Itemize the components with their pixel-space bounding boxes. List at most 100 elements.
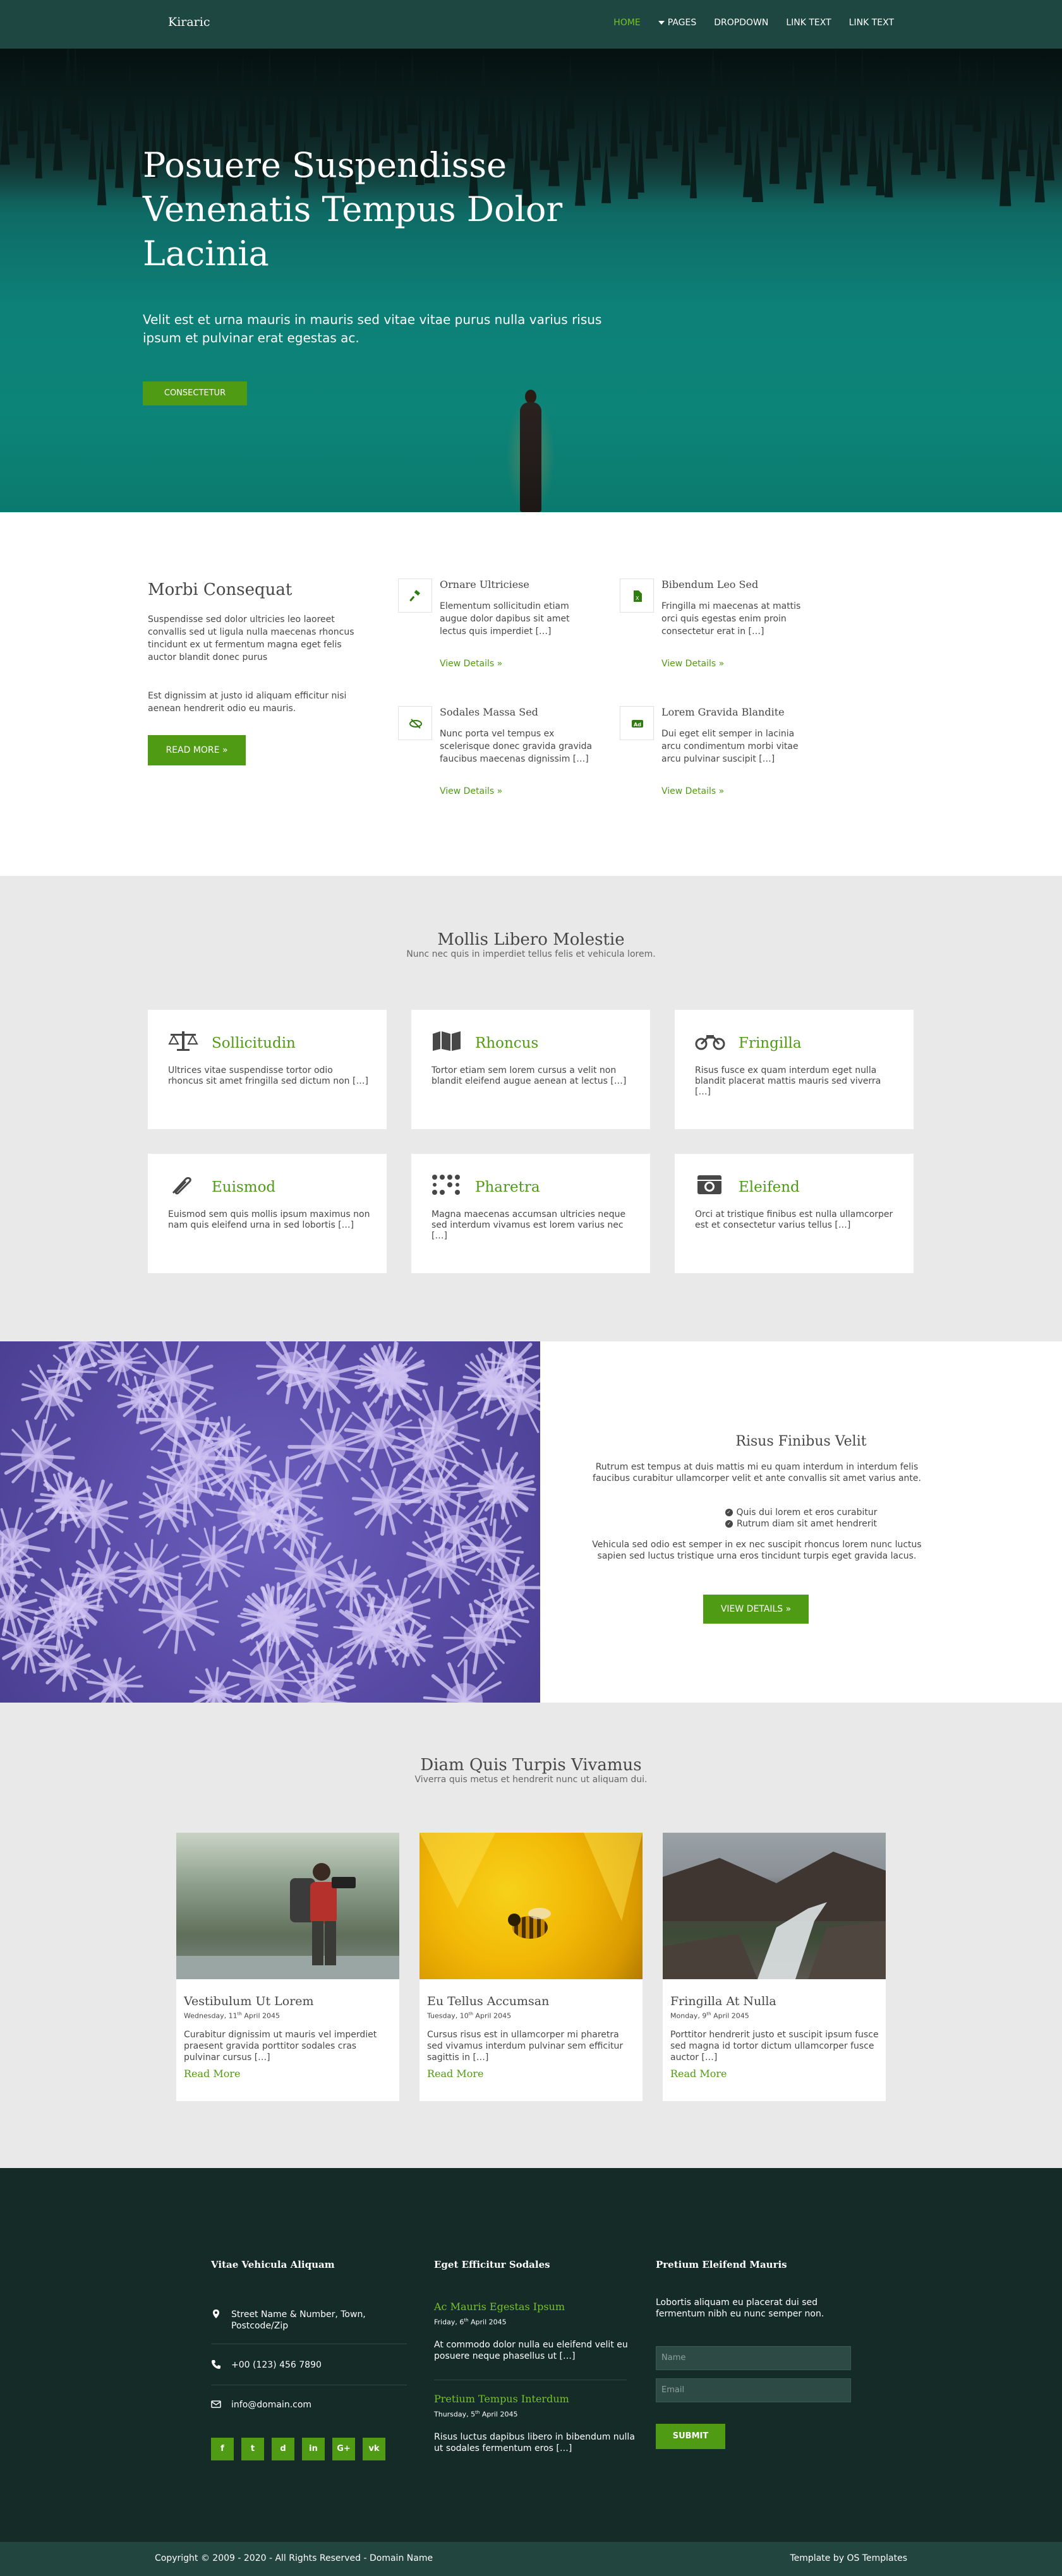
post-title[interactable]: Eu Tellus Accumsan	[427, 1994, 549, 2008]
split-title: Risus Finibus Velit	[735, 1434, 867, 1449]
site-logo[interactable]: Kiraric	[168, 15, 210, 29]
feature-item: Ad Lorem Gravida Blandite Dui eget elit …	[620, 706, 822, 807]
submit-button[interactable]: Submit	[656, 2424, 725, 2449]
footer-post: Ac Mauris Egestas Ipsum Friday, 6th Apri…	[434, 2301, 636, 2362]
photographer-figure	[176, 1863, 399, 1979]
post-date-suffix: th	[468, 2011, 473, 2016]
card-title: Fringilla	[739, 1035, 802, 1051]
hero-section: Posuere Suspendisse Venenatis Tempus Dol…	[0, 49, 1062, 512]
post-date-day: Tuesday, 10	[427, 2011, 469, 2020]
blog-post-card: Fringilla At Nulla Monday, 9th April 204…	[663, 1833, 886, 2101]
name-field[interactable]: Name	[656, 2346, 851, 2370]
template-credit[interactable]: Template by OS Templates	[790, 2553, 908, 2563]
blog-section: Diam Quis Turpis Vivamus Viverra quis me…	[0, 1703, 1062, 2168]
footer-column-title: Eget Efficitur Sodales	[434, 2259, 550, 2270]
card-title: Euismod	[212, 1179, 276, 1195]
view-details-link[interactable]: View Details »	[440, 786, 502, 796]
contact-email: info@domain.com	[211, 2399, 407, 2425]
newsletter-text: Lobortis aliquam eu placerat dui sed fer…	[656, 2297, 824, 2319]
svg-text:X: X	[636, 596, 639, 601]
footer-post-date-day: Friday, 6	[434, 2318, 464, 2327]
post-date-day: Wednesday, 11	[184, 2011, 238, 2020]
woman-standing-image	[506, 390, 555, 512]
contact-phone: +00 (123) 456 7890	[211, 2359, 407, 2385]
post-excerpt: Curabitur dignissim ut mauris vel imperd…	[184, 2030, 377, 2063]
intro-paragraph-1: Suspendisse sed dolor ultricies leo laor…	[148, 614, 354, 662]
service-card[interactable]: Sollicitudin Ultrices vitae suspendisse …	[148, 1010, 387, 1129]
facebook-icon[interactable]: f	[211, 2438, 234, 2460]
feature-text: Nunc porta vel tempus ex scelerisque don…	[440, 729, 593, 764]
phone-text[interactable]: +00 (123) 456 7890	[231, 2359, 402, 2371]
view-details-button[interactable]: View Details »	[703, 1595, 809, 1624]
service-card[interactable]: Euismod Euismod sem quis mollis ipsum ma…	[148, 1154, 387, 1273]
nav-link-text-2[interactable]: Link Text	[849, 18, 894, 28]
service-card[interactable]: Rhoncus Tortor etiam sem lorem cursus a …	[411, 1010, 650, 1129]
section-subtitle: Viverra quis metus et hendrerit nunc ut …	[414, 1775, 648, 1785]
copyright-text: Copyright © 2009 - 2020 - All Rights Res…	[155, 2553, 433, 2563]
copyright-bar: Copyright © 2009 - 2020 - All Rights Res…	[0, 2542, 1062, 2576]
feature-item: Sodales Massa Sed Nunc porta vel tempus …	[398, 706, 600, 807]
intro-section: Morbi Consequat Suspendisse sed dolor ul…	[0, 512, 1062, 876]
nav-pages[interactable]: Pages	[658, 18, 696, 28]
nav-link-text-1[interactable]: Link Text	[786, 18, 831, 28]
split-body: Vehicula sed odio est semper in ex nec s…	[592, 1540, 922, 1561]
google-plus-icon[interactable]: G+	[332, 2438, 355, 2460]
envelope-icon	[211, 2400, 221, 2408]
post-date: Wednesday, 11th April 2045	[184, 2011, 280, 2020]
footer-post-title[interactable]: Ac Mauris Egestas Ipsum	[434, 2301, 636, 2313]
read-more-link[interactable]: Read More	[427, 2068, 484, 2080]
balance-scale-icon	[168, 1031, 198, 1051]
low-vision-icon	[398, 706, 432, 740]
feature-title: Lorem Gravida Blandite	[661, 706, 785, 718]
footer-post-text: At commodo dolor nulla eu eleifend velit…	[434, 2339, 628, 2361]
check-list: ✓ Quis dui lorem et eros curabitur ✓ Rutru…	[540, 1507, 1062, 1530]
card-title: Eleifend	[739, 1179, 800, 1195]
map-marker-icon	[213, 2309, 219, 2318]
nav-home[interactable]: Home	[613, 18, 640, 28]
read-more-button[interactable]: Read More »	[148, 735, 246, 765]
mountain-stream-image[interactable]	[663, 1833, 886, 1979]
footer-post-date: Friday, 6th April 2045	[434, 2318, 636, 2327]
service-card[interactable]: Pharetra Magna maecenas accumsan ultrici…	[411, 1154, 650, 1273]
photographer-image[interactable]	[176, 1833, 399, 1979]
service-card[interactable]: Eleifend Orci at tristique finibus est n…	[675, 1154, 914, 1273]
read-more-link[interactable]: Read More	[670, 2068, 727, 2080]
footer-post-title[interactable]: Pretium Tempus Interdum	[434, 2393, 636, 2405]
check-circle-icon: ✓	[725, 1509, 733, 1516]
view-details-link[interactable]: View Details »	[661, 786, 724, 796]
feature-text: Dui eget elit semper in lacinia arcu con…	[661, 729, 799, 764]
feature-title: Ornare Ultriciese	[440, 578, 529, 590]
post-excerpt: Porttitor hendrerit justo et suscipit ip…	[670, 2030, 879, 2063]
footer-post-date-day: Thursday, 5	[434, 2410, 476, 2419]
read-more-link[interactable]: Read More	[184, 2068, 241, 2080]
split-feature-section: Risus Finibus Velit Rutrum est tempus at…	[0, 1341, 1062, 1703]
post-title[interactable]: Fringilla At Nulla	[670, 1994, 776, 2008]
footer-column-title: Vitae Vehicula Aliquam	[211, 2259, 335, 2270]
linkedin-icon[interactable]: in	[302, 2438, 325, 2460]
card-text: Magna maecenas accumsan ultricies neque …	[431, 1209, 626, 1241]
post-date-suffix: th	[706, 2011, 711, 2016]
post-title[interactable]: Vestibulum Ut Lorem	[184, 1994, 314, 2008]
footer-post-text: Risus luctus dapibus libero in bibendum …	[434, 2431, 635, 2453]
list-item-text: Rutrum diam sit amet hendrerit	[737, 1519, 877, 1529]
caret-down-icon	[658, 21, 665, 25]
footer-post: Pretium Tempus Interdum Thursday, 5th Ap…	[434, 2393, 636, 2454]
email-field[interactable]: Email	[656, 2378, 851, 2402]
card-text: Tortor etiam sem lorem cursus a velit no…	[431, 1065, 627, 1086]
dribbble-icon[interactable]: d	[272, 2438, 294, 2460]
twitter-icon[interactable]: t	[241, 2438, 264, 2460]
view-details-link[interactable]: View Details »	[661, 659, 724, 669]
file-excel-icon: X	[620, 578, 654, 613]
bee-on-sunflower-image[interactable]	[419, 1833, 643, 1979]
email-text[interactable]: info@domain.com	[231, 2399, 402, 2411]
footer-column-title: Pretium Eleifend Mauris	[656, 2259, 787, 2270]
paperclip-icon	[172, 1177, 191, 1195]
vk-icon[interactable]: vk	[363, 2438, 385, 2460]
view-details-link[interactable]: View Details »	[440, 659, 502, 669]
hero-button[interactable]: Consectetur	[143, 381, 247, 405]
person-body	[520, 402, 541, 512]
service-card[interactable]: Fringilla Risus fusce ex quam interdum e…	[675, 1010, 914, 1129]
feature-title: Bibendum Leo Sed	[661, 578, 759, 590]
nav-dropdown[interactable]: Dropdown	[714, 18, 768, 28]
feature-text: Elementum sollicitudin etiam augue dolor…	[440, 601, 570, 637]
